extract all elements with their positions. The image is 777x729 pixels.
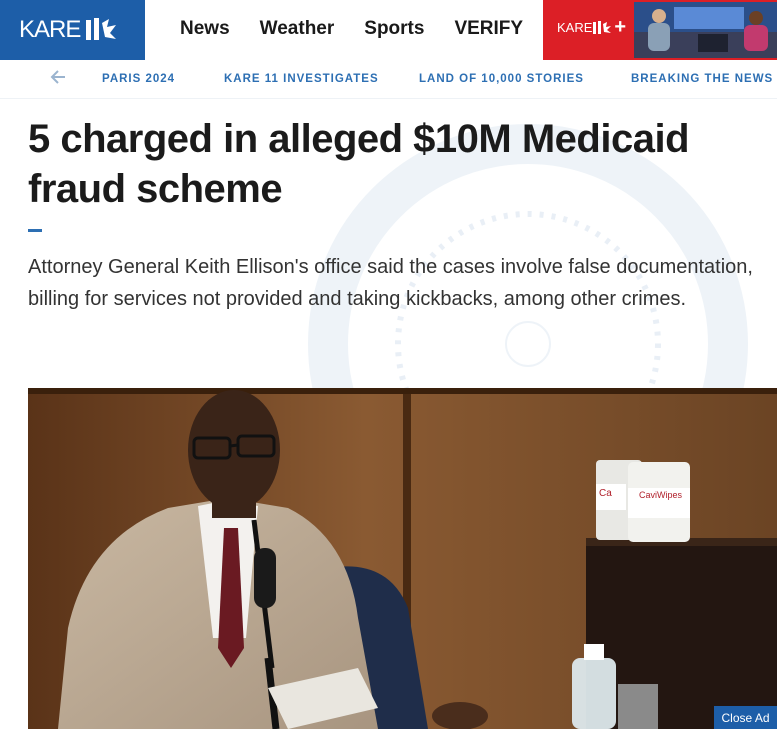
section-paris-2024[interactable]: PARIS 2024 <box>102 73 175 85</box>
arrow-left-icon[interactable] <box>50 70 66 89</box>
article-headline: 5 charged in alleged $10M Medicaid fraud… <box>28 117 690 211</box>
site-header: KARE News Weather Sports VERIFY KARE + <box>0 0 777 60</box>
section-land-of-10000-stories[interactable]: LAND OF 10,000 STORIES <box>419 73 584 85</box>
promo-logo-icon <box>593 20 612 34</box>
wipes-label-left: Ca <box>599 488 612 499</box>
nav-verify[interactable]: VERIFY <box>454 18 523 40</box>
nav-sports[interactable]: Sports <box>364 18 424 40</box>
kare11-logo-icon <box>83 15 119 45</box>
promo-plus: + <box>614 16 627 38</box>
main-nav: News Weather Sports VERIFY <box>180 18 553 40</box>
promo-brand: KARE <box>557 20 593 35</box>
nav-news[interactable]: News <box>180 18 230 40</box>
article-hero-image[interactable]: CaviWipes Ca <box>28 388 777 729</box>
promo-logo: KARE + <box>557 16 626 39</box>
wipes-label: CaviWipes <box>639 490 683 500</box>
headline-accent-divider <box>28 229 42 232</box>
promo-thumbnail[interactable] <box>634 2 777 58</box>
section-kare11-investigates[interactable]: KARE 11 INVESTIGATES <box>224 73 379 85</box>
site-logo[interactable]: KARE <box>0 0 145 60</box>
section-breaking-the-news[interactable]: BREAKING THE NEWS <box>631 73 773 85</box>
article-summary: Attorney General Keith Ellison's office … <box>28 256 753 310</box>
kare11-plus-promo[interactable]: KARE + <box>543 0 777 60</box>
logo-text: KARE <box>19 16 81 43</box>
nav-weather[interactable]: Weather <box>260 18 335 40</box>
close-ad-button[interactable]: Close Ad <box>714 706 777 729</box>
